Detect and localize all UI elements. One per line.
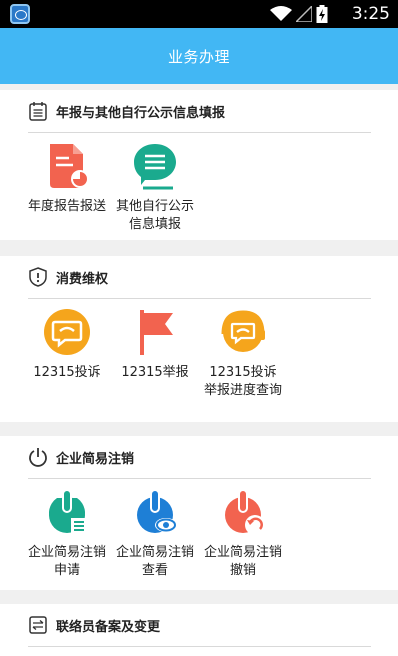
page-title: 业务办理 <box>168 46 230 67</box>
tile-cancel-revoke[interactable]: 企业简易注销撤销 <box>203 488 283 580</box>
power-icon <box>28 447 48 467</box>
tile-12315-progress-query[interactable]: 12315投诉举报进度查询 <box>203 308 283 400</box>
flag-icon <box>131 308 179 356</box>
section-consumer-rights: 消费维权 12315投诉 12315举报 12315投诉举报进度查询 <box>0 256 398 422</box>
battery-icon <box>316 5 328 23</box>
system-indicators <box>270 5 328 23</box>
section-header: 企业简易注销 <box>28 436 371 479</box>
wifi-icon <box>270 6 292 22</box>
section-header: 年报与其他自行公示信息填报 <box>28 90 371 133</box>
tile-12315-complaint[interactable]: 12315投诉 <box>27 308 107 382</box>
section-title: 消费维权 <box>56 268 108 287</box>
chat-list-icon <box>131 142 179 190</box>
calendar-list-icon <box>28 101 48 121</box>
tile-annual-report-submit[interactable]: 年度报告报送 <box>27 142 107 216</box>
section-contact-person: 联络员备案及变更 <box>0 604 398 656</box>
tile-label: 企业简易注销撤销 <box>203 544 283 580</box>
tile-label: 企业简易注销申请 <box>27 544 107 580</box>
tile-label: 企业简易注销查看 <box>115 544 195 580</box>
section-title: 企业简易注销 <box>56 448 134 467</box>
report-document-icon <box>43 142 91 190</box>
signal-icon <box>296 6 312 22</box>
app-header: 业务办理 <box>0 28 398 84</box>
tile-label: 年度报告报送 <box>27 198 107 216</box>
section-header: 消费维权 <box>28 256 371 299</box>
tile-cancel-apply[interactable]: 企业简易注销申请 <box>27 488 107 580</box>
app-notification-icon <box>10 4 30 24</box>
section-header: 联络员备案及变更 <box>28 604 371 647</box>
shield-alert-icon <box>28 267 48 287</box>
tile-label: 12315投诉举报进度查询 <box>203 364 283 400</box>
status-time: 3:25 <box>352 3 390 25</box>
cancel-view-icon <box>131 488 179 536</box>
headset-bubble-icon <box>219 308 267 356</box>
tile-cancel-view[interactable]: 企业简易注销查看 <box>115 488 195 580</box>
status-bar: 3:25 <box>0 0 398 28</box>
exchange-icon <box>28 615 48 635</box>
cancel-apply-icon <box>43 488 91 536</box>
tile-label: 12315举报 <box>115 364 195 382</box>
complaint-bubble-icon <box>43 308 91 356</box>
cancel-revoke-icon <box>219 488 267 536</box>
tile-label: 12315投诉 <box>27 364 107 382</box>
section-annual-report: 年报与其他自行公示信息填报 年度报告报送 其他自行公示信息填报 <box>0 90 398 240</box>
section-simple-cancellation: 企业简易注销 企业简易注销申请 企业简易注销查看 <box>0 436 398 590</box>
tile-12315-report[interactable]: 12315举报 <box>115 308 195 382</box>
section-title: 联络员备案及变更 <box>56 616 160 635</box>
tile-other-disclosure[interactable]: 其他自行公示信息填报 <box>115 142 195 234</box>
tile-label: 其他自行公示信息填报 <box>115 198 195 234</box>
section-title: 年报与其他自行公示信息填报 <box>56 102 225 121</box>
